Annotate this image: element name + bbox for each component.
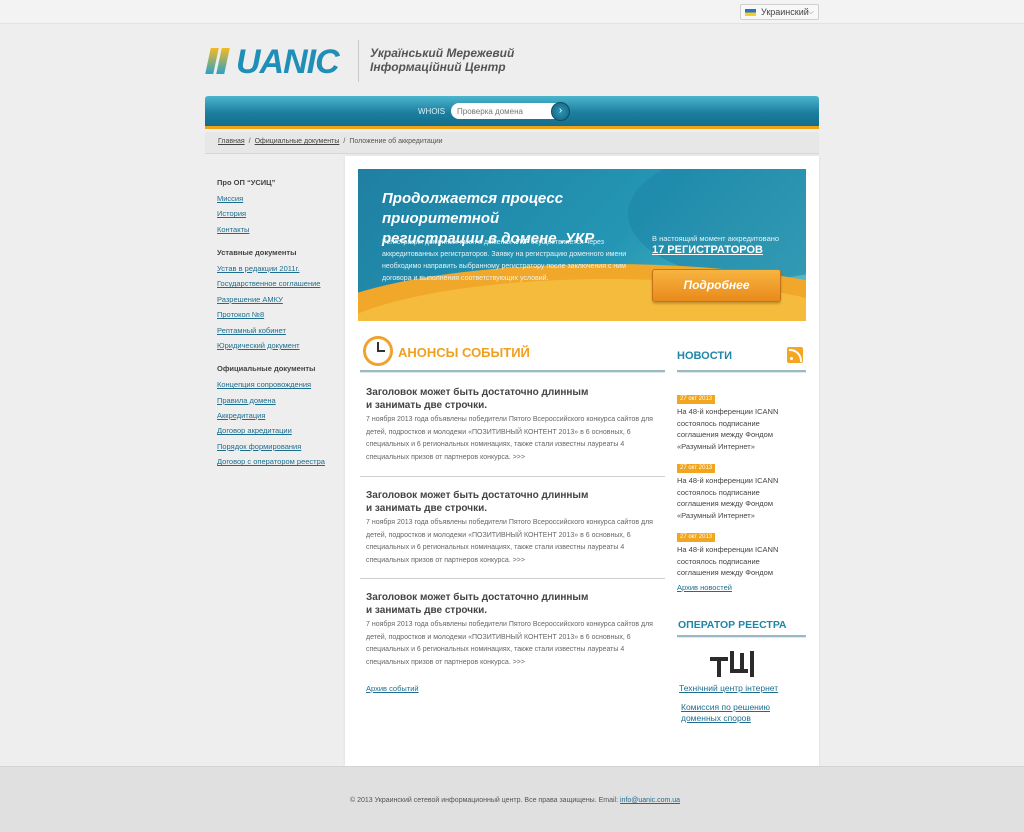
sidebar-item-domain-rules[interactable]: Правила домена — [217, 396, 342, 405]
sidebar: Про ОП “УСИЦ” Миссия История Контакты Ус… — [217, 178, 342, 480]
main-navbar: WHOIS › — [205, 96, 819, 129]
sidebar-item-mission[interactable]: Миссия — [217, 194, 342, 203]
news-text[interactable]: На 48-й конференции ICANN состоялось под… — [677, 475, 797, 521]
event-title[interactable]: Заголовок может быть достаточно длинным и… — [366, 490, 658, 515]
events-title: АНОНСЫ СОБЫТИЙ — [398, 345, 530, 360]
sidebar-item-legal-doc[interactable]: Юридический документ — [217, 341, 342, 350]
events-header-rule — [360, 370, 665, 373]
more-button[interactable]: Подробнее — [652, 269, 781, 302]
sidebar-group-statutory: Уставные документы Устав в редакции 2011… — [217, 248, 342, 350]
event-text: 7 ноября 2013 года объявлены победители … — [366, 621, 653, 666]
event-text: 7 ноября 2013 года объявлены победители … — [366, 519, 653, 564]
logo-subtitle: Український Мережевий Інформаційний Цент… — [370, 46, 514, 74]
sidebar-item-amku-permit[interactable]: Разрешение АМКУ — [217, 295, 342, 304]
registry-disputes-line2: доменных споров — [681, 712, 751, 723]
banner-description: Регистрация доменных имен в доменах .УКР… — [382, 237, 632, 285]
registry-header-rule — [677, 635, 806, 638]
event-title[interactable]: Заголовок может быть достаточно длинным и… — [366, 387, 658, 412]
news-title: НОВОСТИ — [677, 350, 733, 362]
ukraine-flag-icon — [745, 9, 756, 16]
breadcrumb-docs[interactable]: Официальные документы — [255, 138, 340, 145]
banner-desc-bold: .УКР — [513, 239, 529, 246]
sidebar-item-accreditation-contract[interactable]: Договор акредитации — [217, 427, 342, 435]
search-go-button[interactable]: › — [551, 102, 570, 121]
sidebar-item-formation-order[interactable]: Порядок формирования — [217, 442, 342, 451]
logo-divider — [358, 40, 359, 82]
event-title-line1: Заголовок может быть достаточно длинным — [366, 387, 589, 398]
top-bar: Украинский ⌵ — [0, 0, 1024, 24]
chevron-down-icon: ⌵ — [807, 7, 814, 16]
footer-copyright: © 2013 Украинский сетевой информационный… — [350, 797, 620, 804]
news-item: 27 окт 2013 На 48-й конференции ICANN со… — [677, 525, 797, 579]
sidebar-item-contacts[interactable]: Контакты — [217, 225, 342, 234]
sidebar-item-cabinet[interactable]: Рептамный кобинет — [217, 326, 342, 335]
event-title-line2: и занимать две строчки. — [366, 399, 488, 411]
promo-banner: Продолжается процесс приоритетной регист… — [358, 169, 806, 321]
registry-title: ОПЕРАТОР РЕЕСТРА — [678, 619, 787, 631]
registrars-count-link[interactable]: 17 РЕГИСТРАТОРОВ — [652, 244, 763, 256]
sidebar-group-title: Про ОП “УСИЦ” — [217, 178, 276, 187]
sidebar-item-concept[interactable]: Концепция сопровождения — [217, 380, 342, 389]
breadcrumb-home[interactable]: Главная — [218, 138, 245, 145]
event-title-line2: и занимать две строчки. — [366, 502, 488, 514]
event-title-line1: Заголовок может быть достаточно длинным — [366, 592, 589, 603]
whois-label: WHOIS — [418, 107, 446, 116]
event-title[interactable]: Заголовок может быть достаточно длинным и… — [366, 592, 658, 617]
event-item: Заголовок может быть достаточно длинным и… — [366, 592, 658, 669]
banner-desc-pre: Регистрация доменных имен в доменах — [382, 239, 514, 246]
sidebar-group-title: Уставные документы — [217, 247, 297, 257]
logo-mark-icon — [205, 48, 230, 74]
news-header-rule — [677, 370, 806, 373]
sidebar-group-official: Официальные документы Концепция сопровож… — [217, 364, 342, 466]
sidebar-item-protocol[interactable]: Протокол №8 — [217, 310, 342, 319]
events-header: АНОНСЫ СОБЫТИЙ — [360, 336, 665, 374]
news-text[interactable]: На 48-й конференции ICANN состоялось под… — [677, 406, 797, 452]
breadcrumb: Главная / Официальные документы / Положение … — [205, 132, 819, 154]
news-text[interactable]: На 48-й конференции ICANN состоялось под… — [677, 544, 797, 579]
language-selector[interactable]: Украинский ⌵ — [740, 4, 819, 20]
breadcrumb-current: Положение об аккредитации — [349, 138, 443, 145]
sidebar-group-title: Официальные документы — [217, 364, 316, 374]
news-item: 27 окт 2013 На 48-й конференции ICANN со… — [677, 456, 797, 521]
events-archive-link[interactable]: Архив событий — [366, 684, 419, 693]
news-item: 27 окт 2013 На 48-й конференции ICANN со… — [677, 387, 797, 452]
sidebar-item-state-agreement[interactable]: Государственное соглашение — [217, 280, 342, 288]
event-text: 7 ноября 2013 года объявлены победители … — [366, 416, 653, 461]
sidebar-item-registry-contract[interactable]: Договор с оператором реестра — [217, 457, 342, 466]
news-date: 27 окт 2013 — [677, 395, 716, 404]
tci-logo-icon[interactable] — [710, 651, 758, 677]
news-date: 27 окт 2013 — [677, 464, 716, 473]
footer-text: © 2013 Украинский сетевой информационный… — [350, 797, 680, 804]
clock-icon — [363, 336, 393, 366]
news-date: 27 окт 2013 — [677, 533, 716, 542]
arrow-right-icon: › — [558, 105, 563, 116]
banner-title-line1: Продолжается процесс приоритетной — [382, 190, 564, 227]
breadcrumb-separator: / — [248, 138, 251, 145]
sidebar-group-about: Про ОП “УСИЦ” Миссия История Контакты — [217, 178, 342, 234]
footer: © 2013 Украинский сетевой информационный… — [0, 766, 1024, 832]
event-divider — [360, 476, 665, 477]
sidebar-item-accreditation[interactable]: Аккредитация — [217, 411, 342, 420]
domain-search-input[interactable] — [451, 103, 559, 119]
event-title-line2: и занимать две строчки. — [366, 604, 488, 616]
logo-subtitle-line1: Український Мережевий — [370, 46, 515, 60]
accredited-label: В настоящий момент аккредитовано — [652, 234, 780, 243]
event-divider — [360, 578, 665, 579]
event-item: Заголовок может быть достаточно длинным и… — [366, 387, 658, 464]
sidebar-item-history[interactable]: История — [217, 210, 342, 218]
news-archive-link[interactable]: Архив новостей — [677, 583, 732, 592]
breadcrumb-separator: / — [343, 138, 346, 145]
registry-disputes-line1: Комиссия по решению — [681, 702, 770, 712]
logo-brand: UANIC — [236, 43, 340, 81]
registry-disputes-link[interactable]: Комиссия по решению доменных споров — [681, 702, 770, 723]
event-title-line1: Заголовок может быть достаточно длинным — [366, 490, 589, 501]
logo-subtitle-line2: Інформаційний Центр — [370, 60, 506, 74]
registry-tci-link[interactable]: Технічний центр інтернет — [679, 683, 778, 694]
language-label: Украинский — [761, 7, 809, 17]
footer-email-link[interactable]: info@uanic.com.ua — [620, 797, 680, 804]
rss-icon[interactable] — [787, 347, 803, 363]
event-item: Заголовок может быть достаточно длинным и… — [366, 490, 658, 567]
sidebar-item-charter[interactable]: Устав в редакции 2011г. — [217, 264, 342, 273]
